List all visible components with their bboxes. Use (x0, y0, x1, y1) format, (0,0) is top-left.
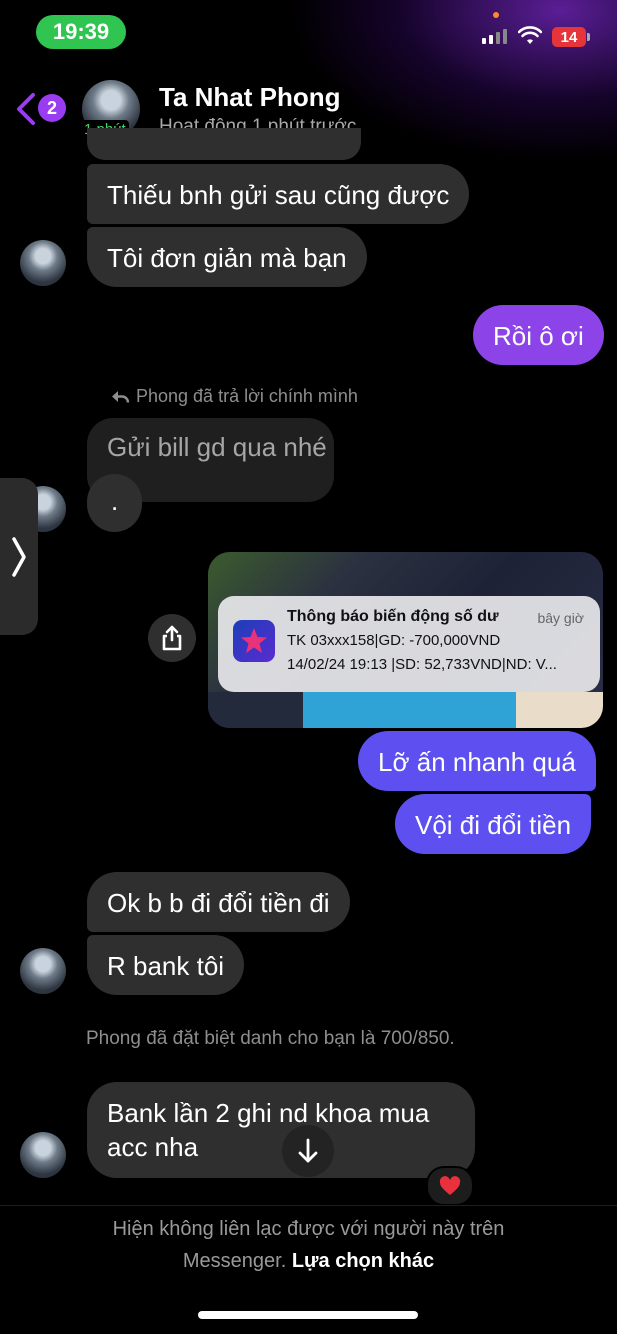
image-background-strip (208, 692, 603, 728)
message-incoming-multiline[interactable]: Bank lần 2 ghi nd khoa mua acc nha (87, 1082, 475, 1178)
nickname-system-message: Phong đã đặt biệt danh cho bạn là 700/85… (86, 1028, 455, 1049)
side-panel-toggle[interactable] (0, 478, 38, 635)
privacy-indicator-dot (493, 12, 499, 18)
notification-details: 14/02/24 19:13 |SD: 52,733VND|ND: V... (287, 656, 557, 673)
message-incoming-reply[interactable]: . (87, 474, 143, 532)
sender-avatar[interactable] (20, 948, 66, 994)
message-line: Bank lần 2 ghi nd khoa mua (107, 1098, 430, 1128)
other-options-link[interactable]: Lựa chọn khác (292, 1250, 434, 1272)
notification-time: bây giờ (537, 610, 584, 626)
message-incoming[interactable]: Thiếu bnh gửi sau cũng được (87, 164, 470, 224)
image-message[interactable]: Thông báo biến động số dư bây giờ TK 03x… (208, 552, 603, 728)
chevron-right-icon (12, 536, 26, 577)
bank-notification-card: Thông báo biến động số dư bây giờ TK 03x… (218, 596, 600, 692)
message-outgoing[interactable]: Lỡ ấn nhanh quá (358, 731, 596, 791)
unread-count-badge[interactable]: 2 (38, 94, 66, 122)
battery-level: 14 (552, 27, 586, 47)
reply-indicator-text: Phong đã trả lời chính mình (136, 386, 358, 406)
wifi-icon (518, 26, 542, 44)
unreachable-notice-line2: Messenger. Lựa chọn khác (0, 1250, 617, 1273)
footer-divider (0, 1205, 617, 1206)
message-incoming[interactable]: Tôi đơn giản mà bạn (87, 227, 367, 287)
message-incoming[interactable]: Ok b b đi đổi tiền đi (87, 872, 350, 932)
bank-app-icon (233, 620, 275, 662)
message-line: acc nha (107, 1132, 199, 1162)
home-indicator[interactable] (198, 1311, 418, 1319)
notification-transaction: TK 03xxx158|GD: -700,000VND (287, 632, 501, 649)
message-incoming[interactable]: R bank tôi (87, 935, 245, 995)
unreachable-notice: Hiện không liên lạc được với người này t… (112, 1218, 505, 1240)
arrow-down-icon (298, 1138, 318, 1163)
reply-arrow-icon (112, 390, 130, 403)
notification-title: Thông báo biến động số dư (287, 608, 499, 625)
message-outgoing[interactable]: Vội đi đổi tiền (395, 794, 592, 854)
cellular-signal-icon (482, 29, 507, 44)
battery-tip (587, 33, 590, 41)
status-time: 19:39 (36, 15, 126, 49)
reply-indicator: Phong đã trả lời chính mình (110, 386, 358, 407)
heart-icon (439, 1176, 461, 1195)
back-chevron-icon[interactable] (14, 92, 38, 126)
share-button[interactable] (148, 614, 196, 662)
unreachable-notice-prefix: Messenger. (182, 1250, 287, 1272)
star-logo-icon (241, 628, 267, 653)
message-outgoing[interactable]: Rồi ô ơi (473, 305, 604, 365)
heart-reaction[interactable] (426, 1166, 474, 1206)
sender-avatar[interactable] (20, 1132, 66, 1178)
contact-name[interactable]: Ta Nhat Phong (159, 82, 341, 113)
scroll-to-bottom-button[interactable] (282, 1125, 334, 1177)
share-icon (162, 625, 182, 651)
sender-avatar[interactable] (20, 240, 66, 286)
message-bubble-cut-off (87, 128, 361, 160)
